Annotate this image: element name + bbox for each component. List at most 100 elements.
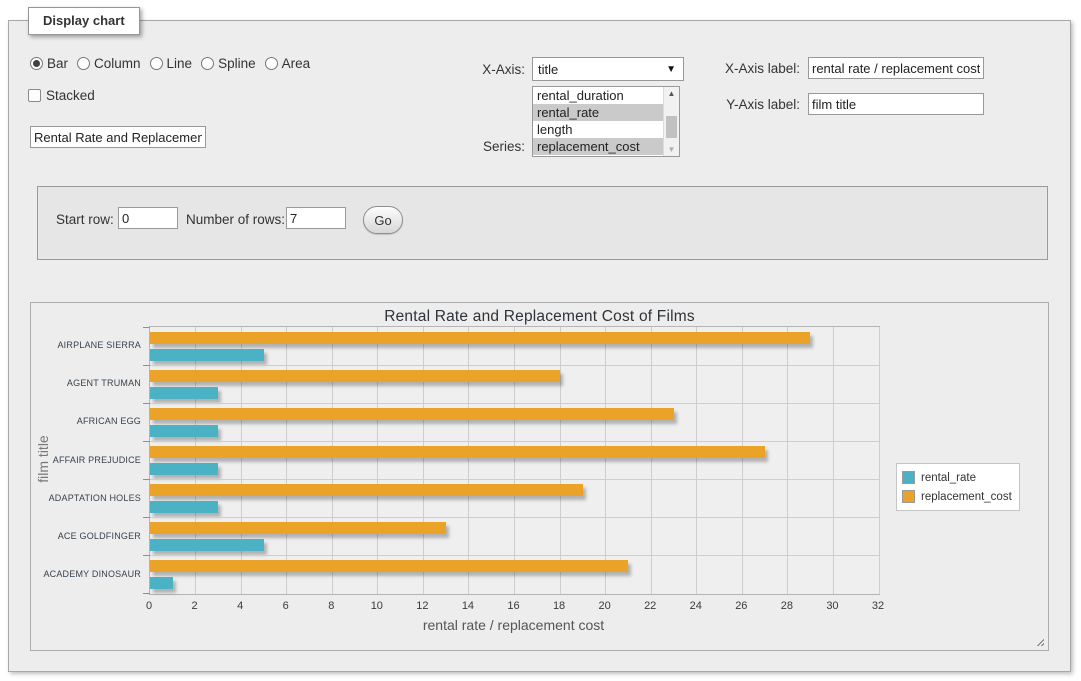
start-row-input[interactable]: [118, 207, 178, 229]
bar-replacement_cost: [150, 560, 628, 572]
chart-type-option[interactable]: Line: [150, 56, 193, 71]
gridline: [150, 441, 879, 442]
chart-legend: rental_rate replacement_cost: [896, 463, 1020, 511]
chart-type-option-label: Line: [167, 56, 193, 71]
gridline: [423, 327, 424, 594]
row-range-panel: Start row: Number of rows: Go: [37, 186, 1048, 260]
x-axis-label: X-Axis:: [455, 62, 525, 77]
y-axis-label-field-label: Y-Axis label:: [712, 97, 800, 112]
stacked-label: Stacked: [46, 88, 95, 103]
radio-icon[interactable]: [77, 57, 90, 70]
x-axis-select[interactable]: title ▼: [532, 57, 684, 81]
x-tick-label: 20: [585, 600, 625, 612]
gridline: [150, 365, 879, 366]
gridline: [833, 327, 834, 594]
gridline: [787, 327, 788, 594]
x-tick-label: 14: [448, 600, 488, 612]
gridline: [241, 327, 242, 594]
scroll-down-icon[interactable]: ▼: [664, 143, 679, 156]
bar-replacement_cost: [150, 408, 674, 420]
chart-type-option[interactable]: Bar: [30, 56, 68, 71]
gridline: [651, 327, 652, 594]
scrollbar-thumb[interactable]: [666, 116, 677, 138]
bar-rental_rate: [150, 501, 218, 513]
legend-label: replacement_cost: [921, 491, 1012, 503]
start-row-label: Start row:: [56, 212, 114, 227]
legend-swatch: [902, 490, 915, 503]
series-label: Series:: [455, 139, 525, 154]
go-button[interactable]: Go: [363, 206, 403, 234]
series-option[interactable]: replacement_cost: [533, 138, 664, 155]
bar-replacement_cost: [150, 446, 765, 458]
radio-icon[interactable]: [150, 57, 163, 70]
scroll-up-icon[interactable]: ▲: [664, 87, 679, 100]
x-tick-label: 8: [311, 600, 351, 612]
legend-item: rental_rate: [902, 468, 1012, 487]
x-tick-label: 4: [220, 600, 260, 612]
x-tick-label: 32: [858, 600, 898, 612]
x-tick-label: 6: [266, 600, 306, 612]
gridline: [605, 327, 606, 594]
y-tick-label: AGENT TRUMAN: [39, 377, 141, 389]
bar-rental_rate: [150, 349, 264, 361]
x-tick-label: 28: [767, 600, 807, 612]
stacked-checkbox-row[interactable]: Stacked: [28, 88, 95, 103]
chart-type-option[interactable]: Area: [265, 56, 311, 71]
x-tick-label: 16: [494, 600, 534, 612]
bar-replacement_cost: [150, 522, 446, 534]
y-tick-label: AFRICAN EGG: [39, 415, 141, 427]
y-axis-tick: [143, 441, 150, 442]
x-tick-label: 12: [402, 600, 442, 612]
y-tick-label: ADAPTATION HOLES: [39, 492, 141, 504]
gridline: [150, 555, 879, 556]
x-tick-label: 22: [630, 600, 670, 612]
x-axis-label-input[interactable]: [808, 57, 984, 79]
legend-swatch: [902, 471, 915, 484]
gridline: [150, 517, 879, 518]
plot-area: [149, 326, 880, 595]
series-scrollbar[interactable]: ▲ ▼: [663, 87, 679, 156]
y-axis-tick: [143, 593, 150, 594]
fieldset-legend: Display chart: [28, 7, 140, 35]
series-option[interactable]: rental_rate: [533, 104, 664, 121]
x-tick-label: 24: [676, 600, 716, 612]
y-tick-label: ACADEMY DINOSAUR: [39, 568, 141, 580]
chart-type-option-label: Bar: [47, 56, 68, 71]
chart-type-option[interactable]: Column: [77, 56, 141, 71]
series-option[interactable]: length: [533, 121, 664, 138]
y-axis-tick: [143, 479, 150, 480]
chart-type-option-label: Spline: [218, 56, 256, 71]
gridline: [195, 327, 196, 594]
gridline: [696, 327, 697, 594]
radio-icon[interactable]: [265, 57, 278, 70]
gridline: [879, 327, 880, 594]
y-axis-tick: [143, 365, 150, 366]
x-tick-label: 30: [812, 600, 852, 612]
y-tick-label: AFFAIR PREJUDICE: [39, 454, 141, 466]
bar-replacement_cost: [150, 332, 810, 344]
series-option[interactable]: rental_duration: [533, 87, 664, 104]
radio-icon[interactable]: [30, 57, 43, 70]
resize-handle-icon[interactable]: [1034, 636, 1044, 646]
bar-replacement_cost: [150, 370, 560, 382]
stacked-checkbox[interactable]: [28, 89, 41, 102]
bar-rental_rate: [150, 577, 173, 589]
num-rows-input[interactable]: [286, 207, 346, 229]
gridline: [742, 327, 743, 594]
radio-icon[interactable]: [201, 57, 214, 70]
series-listbox[interactable]: rental_durationrental_ratelengthreplacem…: [532, 86, 680, 157]
gridline: [560, 327, 561, 594]
gridline: [150, 403, 879, 404]
gridline: [468, 327, 469, 594]
y-axis-label-input[interactable]: [808, 93, 984, 115]
gridline: [286, 327, 287, 594]
chart-title-input[interactable]: [30, 126, 206, 148]
x-tick-label: 18: [539, 600, 579, 612]
legend-item: replacement_cost: [902, 487, 1012, 506]
y-tick-label: ACE GOLDFINGER: [39, 530, 141, 542]
bar-rental_rate: [150, 387, 218, 399]
chart-type-option[interactable]: Spline: [201, 56, 256, 71]
num-rows-label: Number of rows:: [186, 212, 285, 227]
gridline: [377, 327, 378, 594]
chart-container: Rental Rate and Replacement Cost of Film…: [30, 302, 1049, 651]
